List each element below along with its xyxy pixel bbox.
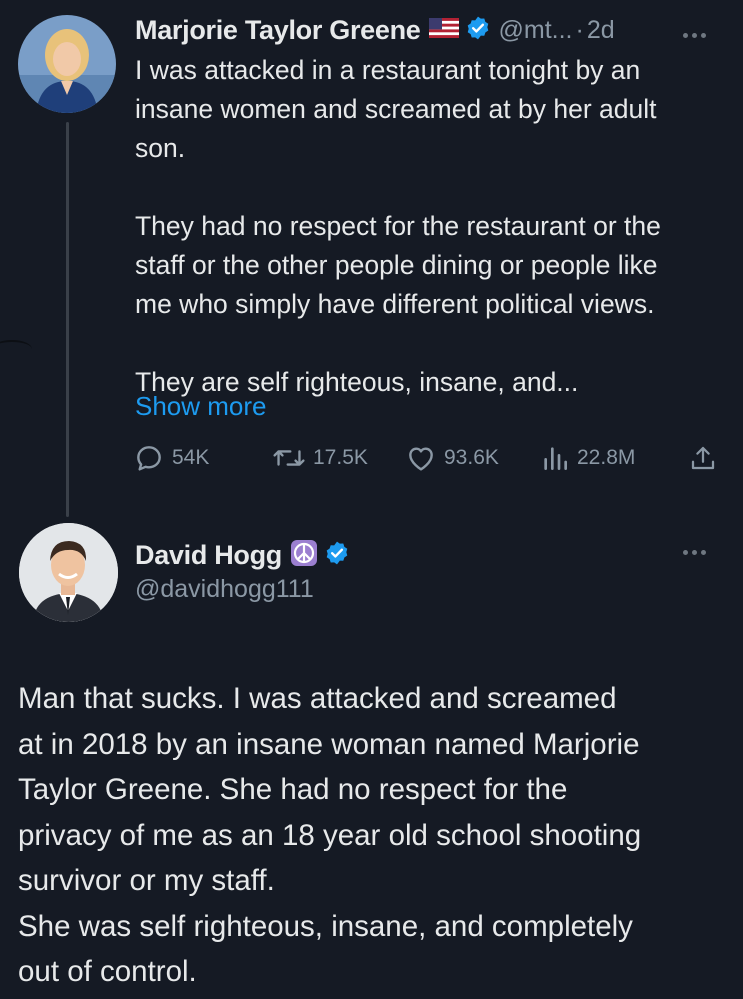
- verified-badge-icon: [324, 540, 350, 571]
- view-count: 22.8M: [577, 446, 636, 469]
- views-icon: [544, 447, 568, 470]
- reply-count: 54K: [172, 446, 210, 469]
- repost-button[interactable]: 17.5K: [272, 440, 368, 476]
- verified-badge-icon: [465, 15, 491, 46]
- repost-icon: [273, 450, 305, 466]
- tweet-text: I was attacked in a restaurant tonight b…: [135, 55, 661, 397]
- reply-icon: [137, 446, 161, 471]
- more-icon[interactable]: [683, 33, 706, 38]
- views-button[interactable]: 22.8M: [540, 440, 635, 476]
- thread-screenshot: Marjorie Taylor Greene @mt... · 2d I was…: [0, 0, 743, 999]
- author-display-name[interactable]: David Hogg: [135, 540, 282, 571]
- like-icon: [409, 447, 433, 471]
- us-flag-icon: [428, 17, 459, 43]
- reply-button[interactable]: 54K: [133, 440, 209, 476]
- share-icon: [691, 446, 715, 470]
- like-button[interactable]: 93.6K: [405, 440, 499, 476]
- time-separator: ·: [575, 15, 584, 44]
- like-count: 93.6K: [444, 446, 499, 469]
- more-icon[interactable]: [683, 550, 706, 555]
- post-time[interactable]: 2d: [587, 16, 615, 45]
- author-display-name[interactable]: Marjorie Taylor Greene: [135, 15, 421, 46]
- avatar[interactable]: [19, 523, 118, 622]
- tweet-actions: 54K 17.5K 93.6K 22.8M: [0, 440, 743, 476]
- avatar-image: [18, 15, 116, 113]
- avatar[interactable]: [18, 15, 116, 113]
- repost-count: 17.5K: [313, 446, 368, 469]
- author-name-row: Marjorie Taylor Greene @mt... · 2d: [135, 10, 615, 50]
- show-more-link[interactable]: Show more: [135, 387, 267, 426]
- peace-sign-icon: [290, 539, 318, 572]
- avatar-image: [19, 523, 118, 622]
- edge-mark: [0, 340, 32, 358]
- share-button[interactable]: [688, 440, 725, 476]
- author-handle[interactable]: @mt...: [499, 16, 573, 45]
- author-handle[interactable]: @davidhogg111: [135, 575, 314, 604]
- tweet-text: Man that sucks. I was attacked and screa…: [18, 682, 642, 988]
- author-name-row: David Hogg: [135, 535, 350, 575]
